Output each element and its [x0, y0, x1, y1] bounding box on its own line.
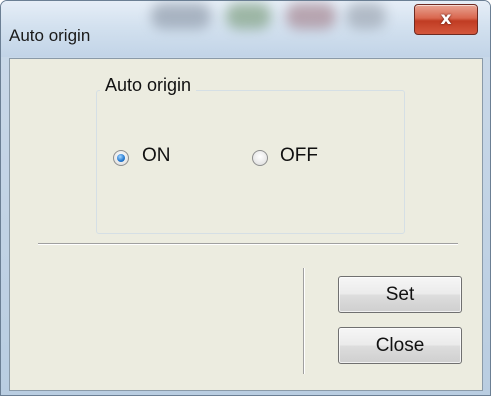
- title-bar-background-blur: [346, 3, 386, 29]
- window-close-button[interactable]: x: [414, 4, 478, 35]
- title-bar[interactable]: Auto origin x: [1, 1, 490, 57]
- close-button-label: Close: [375, 335, 425, 356]
- set-button-label: Set: [385, 284, 415, 305]
- title-bar-background-blur: [151, 3, 211, 29]
- groupbox-label: Auto origin: [100, 75, 197, 96]
- dialog-window: Auto origin x Auto origin ON OFF Set Clo…: [0, 0, 491, 396]
- vertical-divider: [303, 268, 305, 374]
- radio-off-label[interactable]: OFF: [280, 145, 318, 167]
- window-title: Auto origin: [9, 26, 91, 45]
- radio-on-label[interactable]: ON: [142, 145, 171, 167]
- dialog-body: Auto origin ON OFF Set Close: [9, 58, 483, 391]
- close-icon: x: [440, 9, 452, 29]
- title-bar-background-blur: [226, 3, 271, 29]
- radio-off[interactable]: [252, 150, 268, 166]
- radio-on[interactable]: [113, 150, 129, 166]
- close-button[interactable]: Close: [338, 327, 462, 364]
- set-button[interactable]: Set: [338, 276, 462, 313]
- title-bar-background-blur: [286, 3, 336, 29]
- horizontal-divider: [38, 243, 458, 245]
